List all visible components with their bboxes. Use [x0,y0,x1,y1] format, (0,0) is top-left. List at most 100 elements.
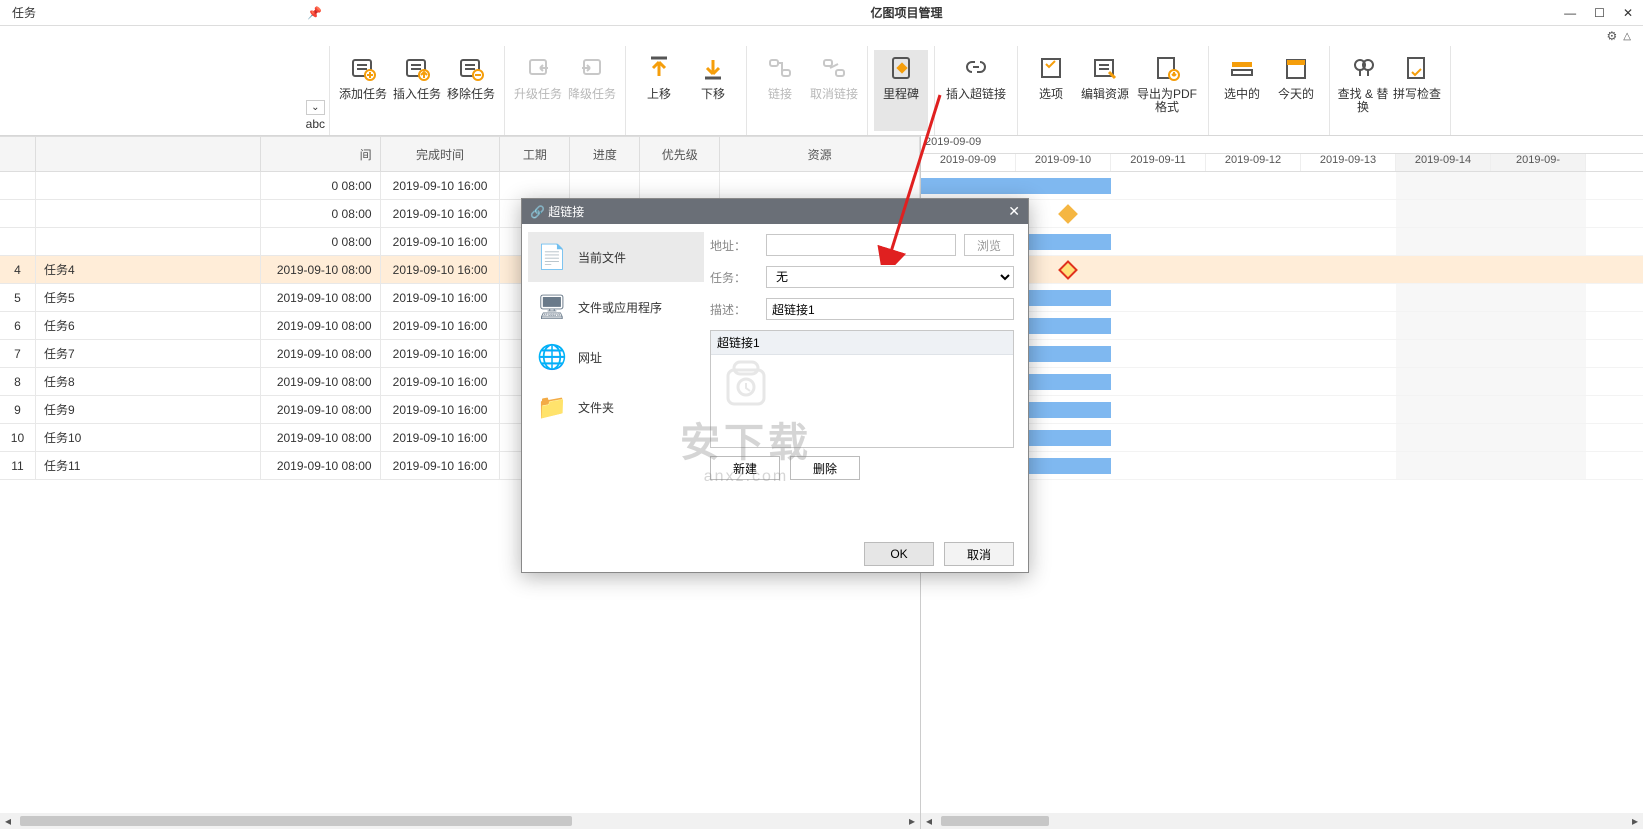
cell-end[interactable]: 2019-09-10 16:00 [381,312,501,340]
cell-name[interactable] [36,228,261,256]
cell-dur[interactable] [500,172,570,200]
cell-end[interactable]: 2019-09-10 16:00 [381,284,501,312]
cell-end[interactable]: 2019-09-10 16:00 [381,256,501,284]
ribbon-remove-task[interactable]: 移除任务 [444,50,498,131]
cell-res[interactable] [720,172,920,200]
ribbon-add-task[interactable]: 添加任务 [336,50,390,131]
cell-name[interactable]: 任务9 [36,396,261,424]
cell-name[interactable]: 任务8 [36,368,261,396]
cell-prio[interactable] [640,172,720,200]
gantt-bar[interactable] [921,178,1111,194]
ribbon-find-replace[interactable]: 查找 & 替换 [1336,50,1390,131]
cell-name[interactable] [36,172,261,200]
task-select[interactable]: 无 [766,266,1014,288]
cell-end[interactable]: 2019-09-10 16:00 [381,200,501,228]
ribbon-unlink[interactable]: 取消链接 [807,50,861,131]
export-pdf-icon [1153,54,1181,82]
ribbon-milestone[interactable]: 里程碑 [874,50,928,131]
cell-prog[interactable] [570,172,640,200]
minimize-button[interactable]: — [1564,6,1576,20]
new-button[interactable]: 新建 [710,456,780,480]
cell-name[interactable] [36,200,261,228]
cell-end[interactable]: 2019-09-10 16:00 [381,452,501,480]
cell-name[interactable]: 任务6 [36,312,261,340]
list-item[interactable]: 超链接1 [711,331,1013,355]
cell-name[interactable]: 任务7 [36,340,261,368]
unlink-icon [820,54,848,82]
cell-start[interactable]: 0 08:00 [261,172,381,200]
dialog-side-item[interactable]: 🌐网址 [528,332,704,382]
cell-end[interactable]: 2019-09-10 16:00 [381,424,501,452]
cell-index: 7 [0,340,36,368]
gantt-row[interactable] [921,200,1643,228]
demote-icon [578,54,606,82]
cell-start[interactable]: 2019-09-10 08:00 [261,396,381,424]
delete-button[interactable]: 删除 [790,456,860,480]
milestone-icon[interactable] [1058,260,1078,280]
gantt-row[interactable] [921,340,1643,368]
table-row[interactable]: 0 08:002019-09-10 16:00 [0,172,920,200]
h-scrollbar-left[interactable]: ◂▸ [0,813,920,829]
cell-end[interactable]: 2019-09-10 16:00 [381,228,501,256]
dialog-side-item[interactable]: 📄当前文件 [528,232,704,282]
ribbon-link[interactable]: 链接 [753,50,807,131]
ribbon-selected[interactable]: 选中的 [1215,50,1269,131]
gantt-row[interactable] [921,228,1643,256]
gantt-row[interactable] [921,312,1643,340]
collapse-icon[interactable]: △ [1623,31,1631,42]
cell-name[interactable]: 任务5 [36,284,261,312]
ribbon-export-pdf[interactable]: 导出为PDF格式 [1132,50,1202,131]
cell-start[interactable]: 2019-09-10 08:00 [261,452,381,480]
ribbon-spell[interactable]: 拼写检查 [1390,50,1444,131]
cell-index: 4 [0,256,36,284]
gantt-row[interactable] [921,172,1643,200]
address-input[interactable] [766,234,956,256]
dialog-side-item[interactable]: 🖥文件或应用程序 [528,282,704,332]
ribbon-hyperlink[interactable]: 插入超链接 [941,50,1011,131]
maximize-button[interactable]: ☐ [1594,6,1605,20]
close-button[interactable]: ✕ [1623,6,1633,20]
ribbon-move-down[interactable]: 下移 [686,50,740,131]
cell-name[interactable]: 任务10 [36,424,261,452]
cell-name[interactable]: 任务11 [36,452,261,480]
cell-start[interactable]: 2019-09-10 08:00 [261,284,381,312]
gantt-row[interactable] [921,424,1643,452]
ribbon-demote[interactable]: 降级任务 [565,50,619,131]
cell-start[interactable]: 2019-09-10 08:00 [261,256,381,284]
gantt-row[interactable] [921,396,1643,424]
gantt-row[interactable] [921,368,1643,396]
gear-icon[interactable]: ⚙ [1607,29,1618,43]
text-format-button[interactable]: ⌄ abc [306,100,325,131]
cell-start[interactable]: 0 08:00 [261,228,381,256]
cell-start[interactable]: 2019-09-10 08:00 [261,340,381,368]
desc-input[interactable] [766,298,1014,320]
ribbon-move-up[interactable]: 上移 [632,50,686,131]
cell-name[interactable]: 任务4 [36,256,261,284]
gantt-row[interactable] [921,284,1643,312]
cell-end[interactable]: 2019-09-10 16:00 [381,368,501,396]
dialog-side-item[interactable]: 📁文件夹 [528,382,704,432]
ribbon-today[interactable]: 今天的 [1269,50,1323,131]
browse-button[interactable]: 浏览 [964,234,1014,256]
cancel-button[interactable]: 取消 [944,542,1014,566]
gantt-row[interactable] [921,256,1643,284]
gantt-day: 2019-09-12 [1206,154,1301,171]
gantt-row[interactable] [921,452,1643,480]
cell-start[interactable]: 2019-09-10 08:00 [261,368,381,396]
cell-start[interactable]: 0 08:00 [261,200,381,228]
ribbon-edit-res[interactable]: 编辑资源 [1078,50,1132,131]
cell-end[interactable]: 2019-09-10 16:00 [381,340,501,368]
cell-end[interactable]: 2019-09-10 16:00 [381,396,501,424]
milestone-icon[interactable] [1058,204,1078,224]
dialog-close-button[interactable]: ✕ [1008,203,1020,220]
cell-start[interactable]: 2019-09-10 08:00 [261,312,381,340]
link-list[interactable]: 超链接1 [710,330,1014,448]
cell-start[interactable]: 2019-09-10 08:00 [261,424,381,452]
pin-icon[interactable]: 📌 [307,6,322,20]
cell-end[interactable]: 2019-09-10 16:00 [381,172,501,200]
ribbon-insert-task[interactable]: 插入任务 [390,50,444,131]
ribbon-promote[interactable]: 升级任务 [511,50,565,131]
h-scrollbar-right[interactable]: ◂▸ [921,813,1643,829]
ribbon-options[interactable]: 选项 [1024,50,1078,131]
ok-button[interactable]: OK [864,542,934,566]
